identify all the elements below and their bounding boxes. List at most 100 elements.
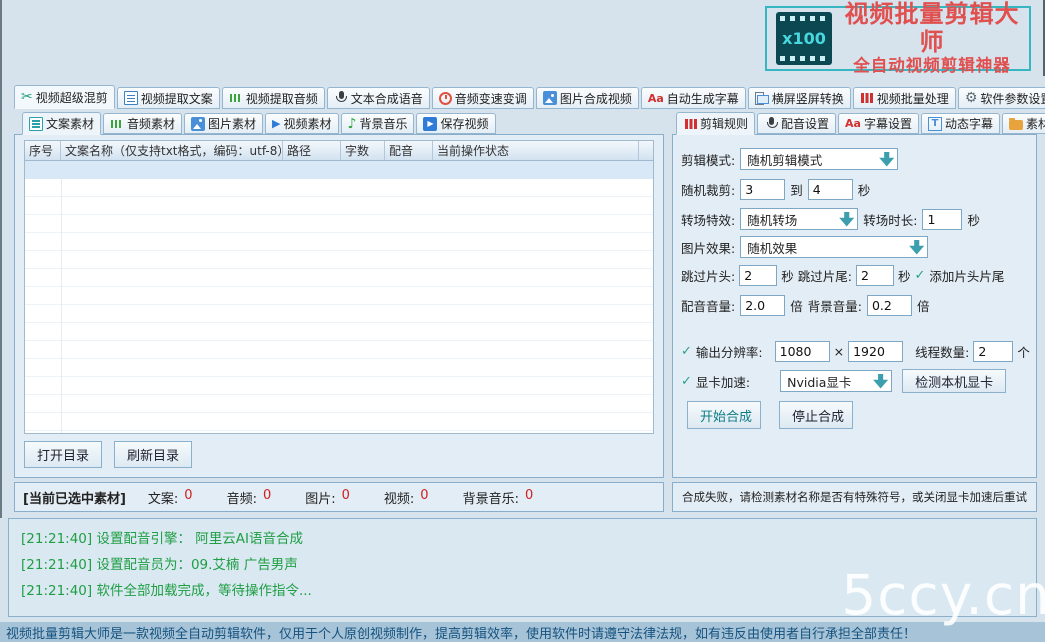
batch-bars-icon [683,117,697,131]
logo-title: 视频批量剪辑大师 [844,1,1020,56]
clip-mode-select[interactable]: 随机剪辑模式 [740,148,898,170]
mtab-video-material[interactable]: 视频素材 [265,113,338,134]
music-note-icon [348,117,357,131]
transition-select[interactable]: 随机转场 [740,208,858,230]
col-status[interactable]: 当前操作状态 [433,141,639,160]
bg-volume-label: 背景音量: [808,296,862,315]
rtab-subtitle-settings[interactable]: 字幕设置 [838,113,919,134]
volume-unit: 倍 [790,296,803,315]
col-dub[interactable]: 配音 [385,141,433,160]
col-spacer [639,141,653,160]
mtab-text-material[interactable]: 文案素材 [22,112,101,135]
batch-bars-icon [860,91,874,105]
material-table: 序号 文案名称（仅支持txt格式，编码：utf-8） 路径 字数 配音 当前操作… [24,140,654,434]
empty-selected-row [25,161,653,179]
open-directory-button[interactable]: 打开目录 [24,441,102,468]
rtab-dub-settings[interactable]: 配音设置 [757,113,836,134]
bg-volume-input[interactable] [867,295,912,316]
resolution-height-input[interactable] [848,341,903,362]
material-tab-bar: 文案素材 音频素材 图片素材 视频素材 背景音乐 保存视频 [22,112,496,134]
rtab-dynamic-subtitle[interactable]: 动态字幕 [921,113,1000,134]
tab-image-to-video[interactable]: 图片合成视频 [536,87,639,109]
play-icon [272,117,280,130]
table-header: 序号 文案名称（仅支持txt格式，编码：utf-8） 路径 字数 配音 当前操作… [25,141,653,161]
random-crop-label: 随机裁剪: [681,180,735,199]
threads-label: 线程数量: [915,342,969,361]
skip-head-label: 跳过片头: [681,266,735,285]
dub-volume-input[interactable] [740,295,785,316]
text-t-icon [928,117,942,131]
image-effect-select[interactable]: 随机效果 [740,236,928,258]
tab-software-settings[interactable]: 软件参数设置 [958,87,1045,109]
window-left-edge [0,0,2,518]
mtab-save-video[interactable]: 保存视频 [416,113,495,134]
play-square-icon [423,117,437,131]
skip-tail-input[interactable] [856,265,894,286]
document-icon [124,91,138,105]
random-crop-from-input[interactable] [740,179,785,200]
clip-mode-label: 剪辑模式: [681,150,735,169]
dropdown-arrow-icon [909,240,924,255]
col-index[interactable]: 序号 [25,141,61,160]
audio-wave-icon [229,91,243,105]
app-logo: x100 视频批量剪辑大师 全自动视频剪辑神器 [765,6,1031,71]
seconds-unit: 秒 [967,210,980,229]
microphone-icon [764,117,778,131]
rtab-material-directory[interactable]: 素材目录 [1002,113,1045,134]
log-entry: [21:21:40] 软件全部加载完成，等待操作指令... [21,578,1024,604]
col-path[interactable]: 路径 [283,141,341,160]
log-entry: [21:21:40] 设置配音员为：09.艾楠 广告男声 [21,552,1024,578]
image-icon [543,91,557,105]
transition-duration-input[interactable] [922,209,962,230]
log-entry: [21:21:40] 设置配音引擎： 阿里云AI语音合成 [21,526,1024,552]
col-name[interactable]: 文案名称（仅支持txt格式，编码：utf-8） [61,141,283,160]
dropdown-arrow-icon [839,212,854,227]
volume-unit: 倍 [917,296,930,315]
tab-video-extract-text[interactable]: 视频提取文案 [117,87,220,109]
gpu-checkbox[interactable] [681,374,692,389]
random-crop-to-input[interactable] [808,179,853,200]
tab-screen-rotate[interactable]: 横屏竖屏转换 [748,87,851,109]
tab-video-batch-process[interactable]: 视频批量处理 [853,87,956,109]
gpu-select[interactable]: Nvidia显卡 [780,370,892,392]
selection-status-bar: [当前已选中素材] 文案:0 音频:0 图片:0 视频:0 背景音乐:0 [14,482,664,512]
status-video-label: 视频: [384,488,414,507]
detect-gpu-button[interactable]: 检测本机显卡 [902,369,1006,393]
scissors-icon [21,90,33,104]
col-word-count[interactable]: 字数 [341,141,385,160]
microphone-icon [334,91,348,105]
mtab-background-music[interactable]: 背景音乐 [341,113,415,134]
resolution-width-input[interactable] [775,341,830,362]
skip-head-input[interactable] [739,265,777,286]
table-body [25,161,653,433]
status-image-count: 0 [342,488,350,507]
mtab-audio-material[interactable]: 音频素材 [103,113,182,134]
tab-video-super-mix[interactable]: 视频超级混剪 [14,85,115,109]
seconds-unit: 秒 [858,180,871,199]
dropdown-arrow-icon [873,374,888,389]
status-audio-count: 0 [263,488,271,507]
status-text-label: 文案: [148,488,178,507]
rtab-clip-rules[interactable]: 剪辑规则 [676,112,755,135]
main-tab-bar: 视频超级混剪 视频提取文案 视频提取音频 文本合成语音 音频变速变调 图片合成视… [14,85,1045,109]
screen-rotate-icon [755,91,769,105]
film-strip-icon: x100 [776,12,832,65]
folder-icon [1009,120,1023,130]
tab-auto-subtitle[interactable]: 自动生成字幕 [641,87,746,109]
threads-input[interactable] [973,341,1013,362]
image-effect-label: 图片效果: [681,238,735,257]
mtab-image-material[interactable]: 图片素材 [184,113,263,134]
selection-status-title: [当前已选中素材] [23,488,126,507]
tab-audio-speed-pitch[interactable]: 音频变速变调 [432,87,534,109]
start-merge-button[interactable]: 开始合成 [687,401,761,429]
seconds-unit: 秒 [781,266,794,285]
refresh-directory-button[interactable]: 刷新目录 [114,441,192,468]
stop-merge-button[interactable]: 停止合成 [779,401,853,429]
tab-text-to-speech[interactable]: 文本合成语音 [327,87,430,109]
logo-badge: x100 [782,29,826,48]
merge-failure-notice: 合成失败，请检测素材名称是否有特殊符号，或关闭显卡加速后重试 [672,482,1037,512]
tab-video-extract-audio[interactable]: 视频提取音频 [222,87,325,109]
font-aa-icon [648,92,664,105]
add-head-tail-checkbox[interactable] [914,268,925,283]
resolution-checkbox[interactable] [681,344,692,359]
